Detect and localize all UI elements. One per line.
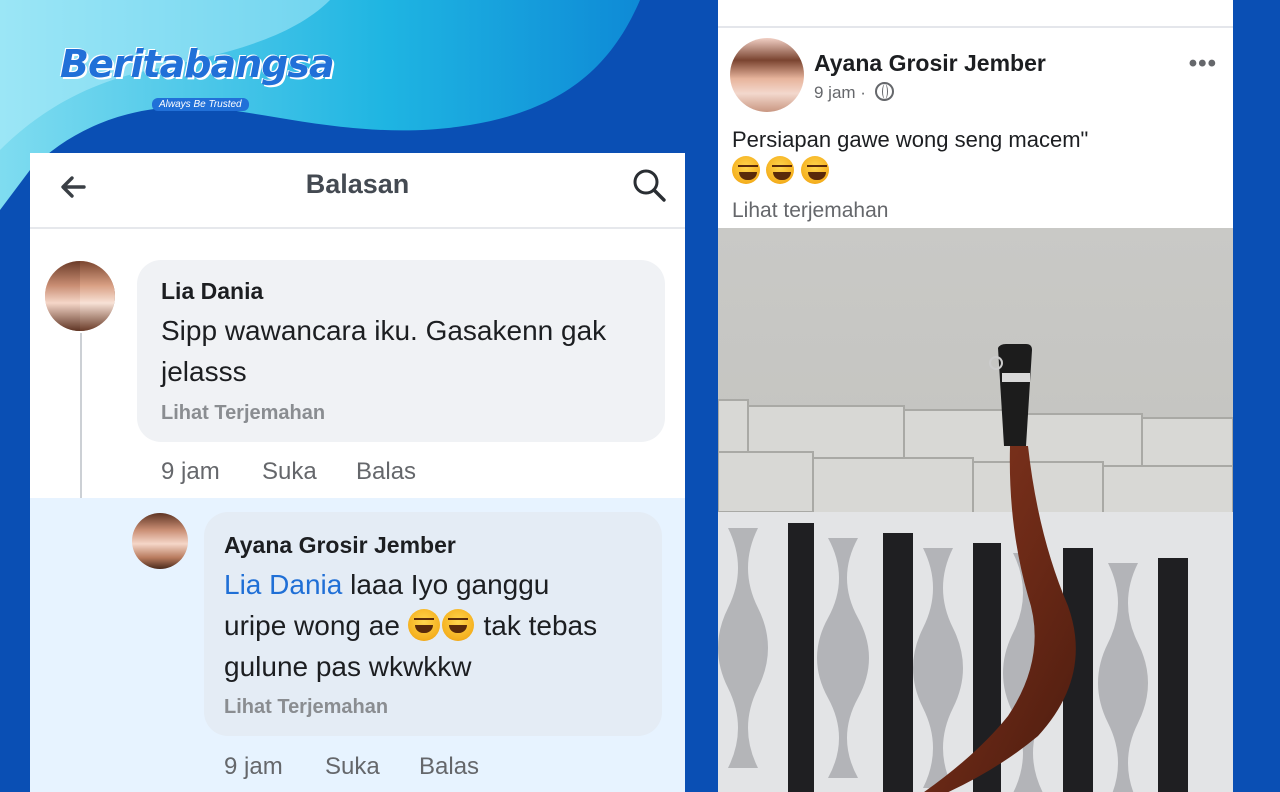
reply-text: Lia Dania laaa Iyo ganggu uripe wong ae …: [224, 564, 654, 687]
replies-header: Balasan: [30, 153, 685, 229]
reply-text-line2: uripe wong ae: [224, 610, 400, 641]
beritabangsa-logo: Beritabangsa Always Be Trusted: [60, 42, 335, 111]
laughing-rolling-emoji: [800, 156, 829, 184]
laughing-rolling-emoji: [732, 156, 760, 184]
comment-author[interactable]: Lia Dania: [161, 278, 263, 305]
comment: Lia Dania Sipp wawancara iku. Gasakenn g…: [30, 229, 685, 497]
reply-author[interactable]: Ayana Grosir Jember: [224, 532, 456, 559]
post-screen: Ayana Grosir Jember 9 jam · ••• Persiapa…: [718, 0, 1233, 792]
reply-bubble[interactable]: Ayana Grosir Jember Lia Dania laaa Iyo g…: [204, 512, 662, 736]
comment-bubble[interactable]: Lia Dania Sipp wawancara iku. Gasakenn g…: [137, 260, 665, 442]
post-time: 9 jam ·: [814, 82, 894, 103]
translate-link[interactable]: Lihat Terjemahan: [161, 402, 325, 425]
avatar[interactable]: [132, 513, 188, 569]
post-time-text: 9 jam: [814, 83, 856, 102]
search-icon[interactable]: [629, 165, 669, 205]
avatar[interactable]: [730, 38, 804, 112]
post-emojis: [732, 156, 831, 184]
reply-button[interactable]: Balas: [419, 753, 479, 781]
avatar[interactable]: [45, 261, 115, 331]
translate-link[interactable]: Lihat terjemahan: [732, 199, 888, 223]
laughing-rolling-emoji: [441, 609, 474, 641]
reply: Ayana Grosir Jember Lia Dania laaa Iyo g…: [30, 498, 685, 792]
post-header: [718, 0, 1233, 28]
replies-screen: Balasan Lia Dania Sipp wawancara iku. Ga…: [30, 153, 685, 792]
post-author[interactable]: Ayana Grosir Jember: [814, 50, 1046, 77]
laughing-rolling-emoji: [407, 609, 440, 641]
post-photo-sickle-on-wall[interactable]: [718, 228, 1233, 792]
comment-text: Sipp wawancara iku. Gasakenn gak jelasss: [161, 315, 607, 387]
comment-time: 9 jam: [161, 458, 220, 485]
reply-time: 9 jam: [224, 753, 283, 780]
globe-icon: [874, 82, 894, 101]
translate-link[interactable]: Lihat Terjemahan: [224, 696, 388, 719]
laughing-rolling-emoji: [766, 156, 795, 184]
reply-text-line1: laaa Iyo ganggu: [350, 569, 550, 600]
logo-text: Beritabangsa: [60, 42, 335, 86]
like-button[interactable]: Suka: [325, 753, 380, 781]
page-title: Balasan: [305, 169, 410, 199]
post-text: Persiapan gawe wong seng macem": [732, 127, 1089, 152]
reply-button[interactable]: Balas: [356, 458, 416, 486]
logo-tagline: Always Be Trusted: [152, 98, 249, 111]
more-options-icon[interactable]: •••: [1189, 50, 1217, 78]
reply-text-line3: gulune pas wkwkkw: [224, 651, 472, 682]
reply-text-line2b: tak tebas: [483, 610, 598, 641]
like-button[interactable]: Suka: [262, 458, 317, 486]
mention-link[interactable]: Lia Dania: [224, 569, 342, 600]
